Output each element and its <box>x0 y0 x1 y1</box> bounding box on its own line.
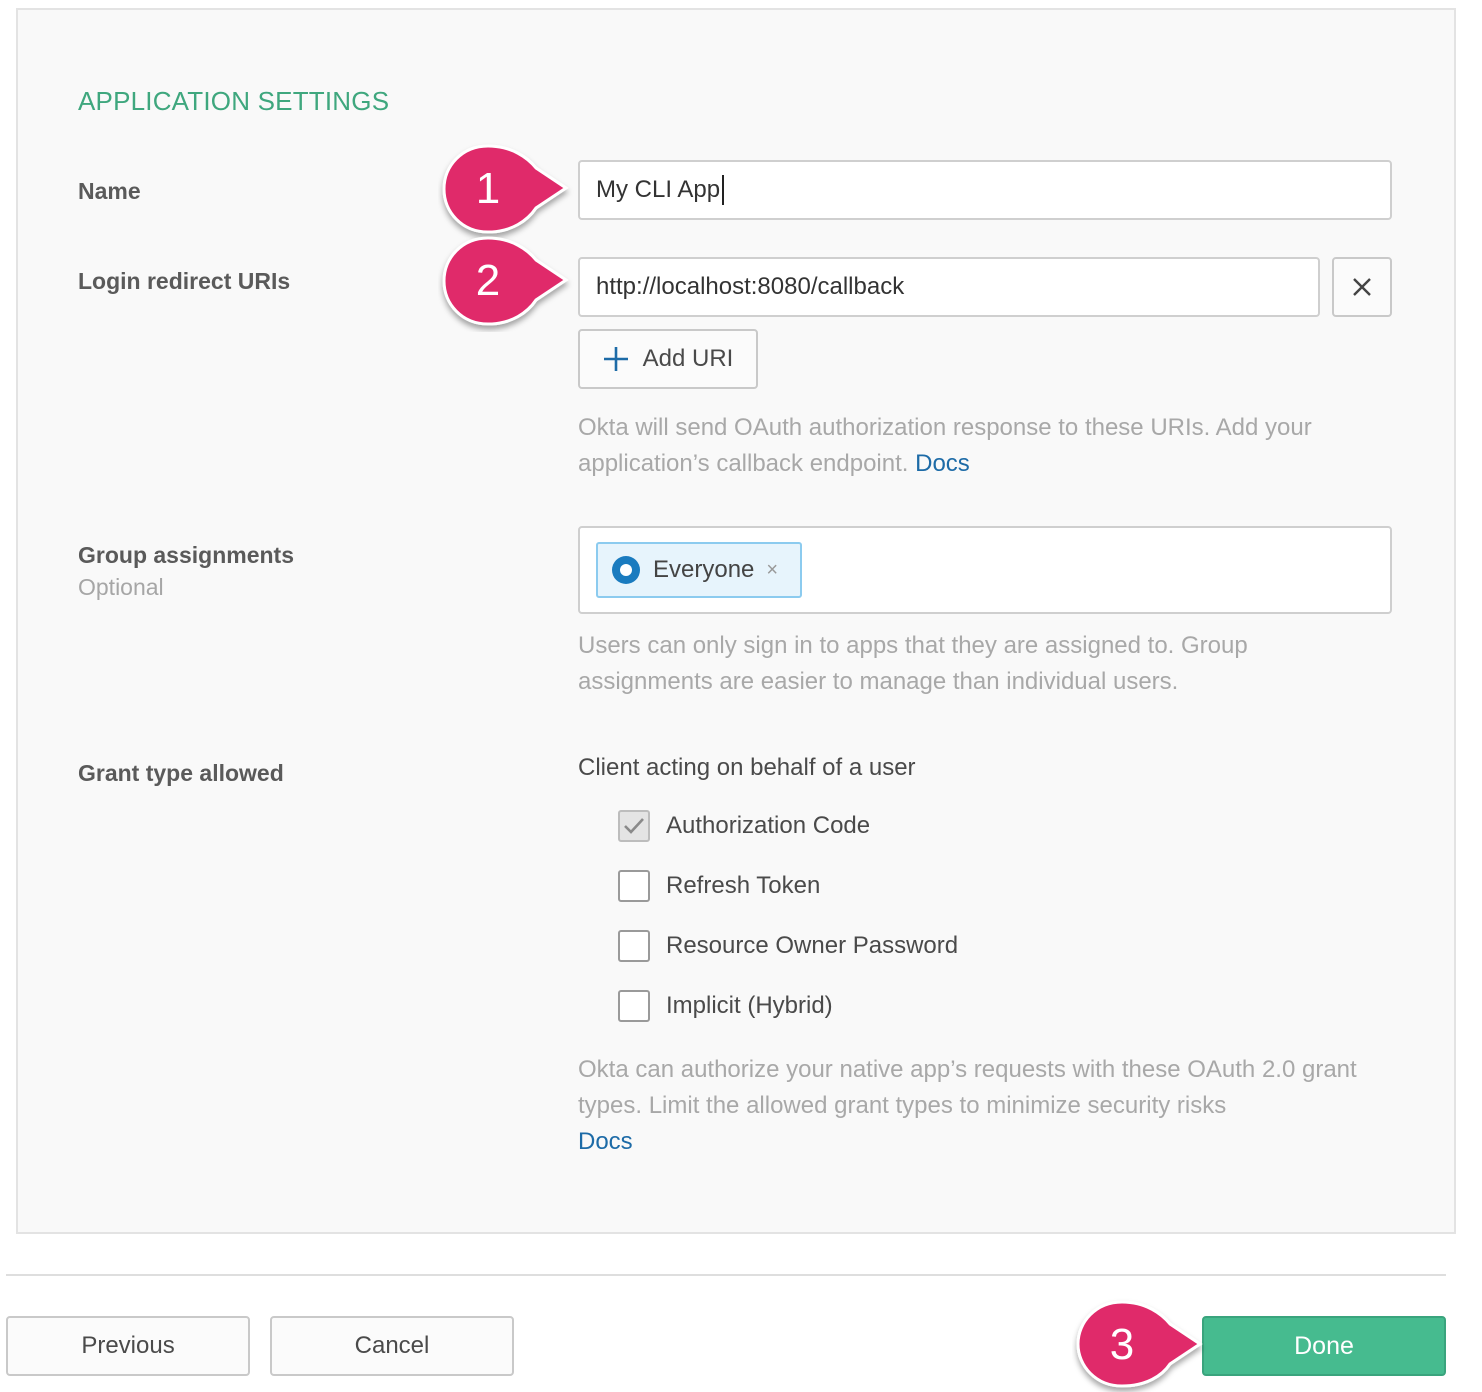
group-optional-label: Optional <box>78 574 164 600</box>
section-title: APPLICATION SETTINGS <box>78 86 390 116</box>
callout-marker-3: 3 <box>1076 1300 1203 1388</box>
callout-marker-1-label: 1 <box>476 164 500 213</box>
done-button[interactable]: Done <box>1202 1316 1446 1376</box>
previous-button[interactable]: Previous <box>6 1316 250 1376</box>
callout-marker-3-label: 3 <box>1110 1320 1134 1369</box>
implicit-hybrid-label: Implicit (Hybrid) <box>666 992 833 1019</box>
redirect-docs-link[interactable]: Docs <box>915 450 970 477</box>
grant-docs-link[interactable]: Docs <box>578 1128 633 1155</box>
add-uri-label: Add URI <box>642 345 734 372</box>
redirect-help-text: Okta will send OAuth authorization respo… <box>578 410 1378 482</box>
remove-uri-button[interactable] <box>1332 257 1392 317</box>
grant-heading: Client acting on behalf of a user <box>578 754 916 781</box>
callout-marker-2-label: 2 <box>476 256 500 305</box>
resource-owner-password-checkbox[interactable] <box>618 930 650 962</box>
grant-option-resource-owner-password[interactable]: Resource Owner Password <box>618 930 958 962</box>
authorization-code-label: Authorization Code <box>666 812 871 839</box>
callout-marker-2: 2 <box>442 236 569 326</box>
text-cursor <box>722 175 725 205</box>
name-input-value: My CLI App <box>596 176 721 203</box>
redirect-uris-label: Login redirect URIs <box>78 268 291 294</box>
group-help-text: Users can only sign in to apps that they… <box>578 632 1248 695</box>
close-icon <box>1353 278 1371 296</box>
tag-remove-icon[interactable]: × <box>766 559 778 582</box>
add-uri-button[interactable]: Add URI <box>578 329 758 389</box>
footer-divider <box>6 1274 1446 1276</box>
implicit-hybrid-checkbox[interactable] <box>618 990 650 1022</box>
grant-help-body: Okta can authorize your native app’s req… <box>578 1056 1357 1119</box>
grant-option-authorization-code[interactable]: Authorization Code <box>618 810 870 842</box>
checkmark-icon <box>624 818 644 834</box>
group-assignments-label: Group assignments <box>78 542 294 568</box>
group-tag-label: Everyone <box>653 556 755 583</box>
refresh-token-label: Refresh Token <box>666 872 821 899</box>
grant-option-refresh-token[interactable]: Refresh Token <box>618 870 820 902</box>
grant-type-label: Grant type allowed <box>78 760 284 786</box>
name-input[interactable]: My CLI App <box>578 160 1392 220</box>
group-select[interactable]: Everyone × <box>578 526 1392 614</box>
name-label: Name <box>78 178 141 204</box>
redirect-uri-input[interactable]: http://localhost:8080/callback <box>578 257 1320 317</box>
settings-panel: APPLICATION SETTINGS Name My CLI App Log… <box>16 8 1456 1234</box>
resource-owner-password-label: Resource Owner Password <box>666 932 959 959</box>
plus-icon <box>603 347 628 371</box>
redirect-uri-value: http://localhost:8080/callback <box>596 273 905 300</box>
grant-option-implicit-hybrid[interactable]: Implicit (Hybrid) <box>618 990 833 1022</box>
group-icon <box>612 556 640 584</box>
group-tag-everyone: Everyone × <box>596 542 802 598</box>
callout-marker-1: 1 <box>442 144 569 234</box>
grant-help-text: Okta can authorize your native app’s req… <box>578 1052 1368 1160</box>
refresh-token-checkbox[interactable] <box>618 870 650 902</box>
authorization-code-checkbox[interactable] <box>618 810 650 842</box>
cancel-button[interactable]: Cancel <box>270 1316 514 1376</box>
